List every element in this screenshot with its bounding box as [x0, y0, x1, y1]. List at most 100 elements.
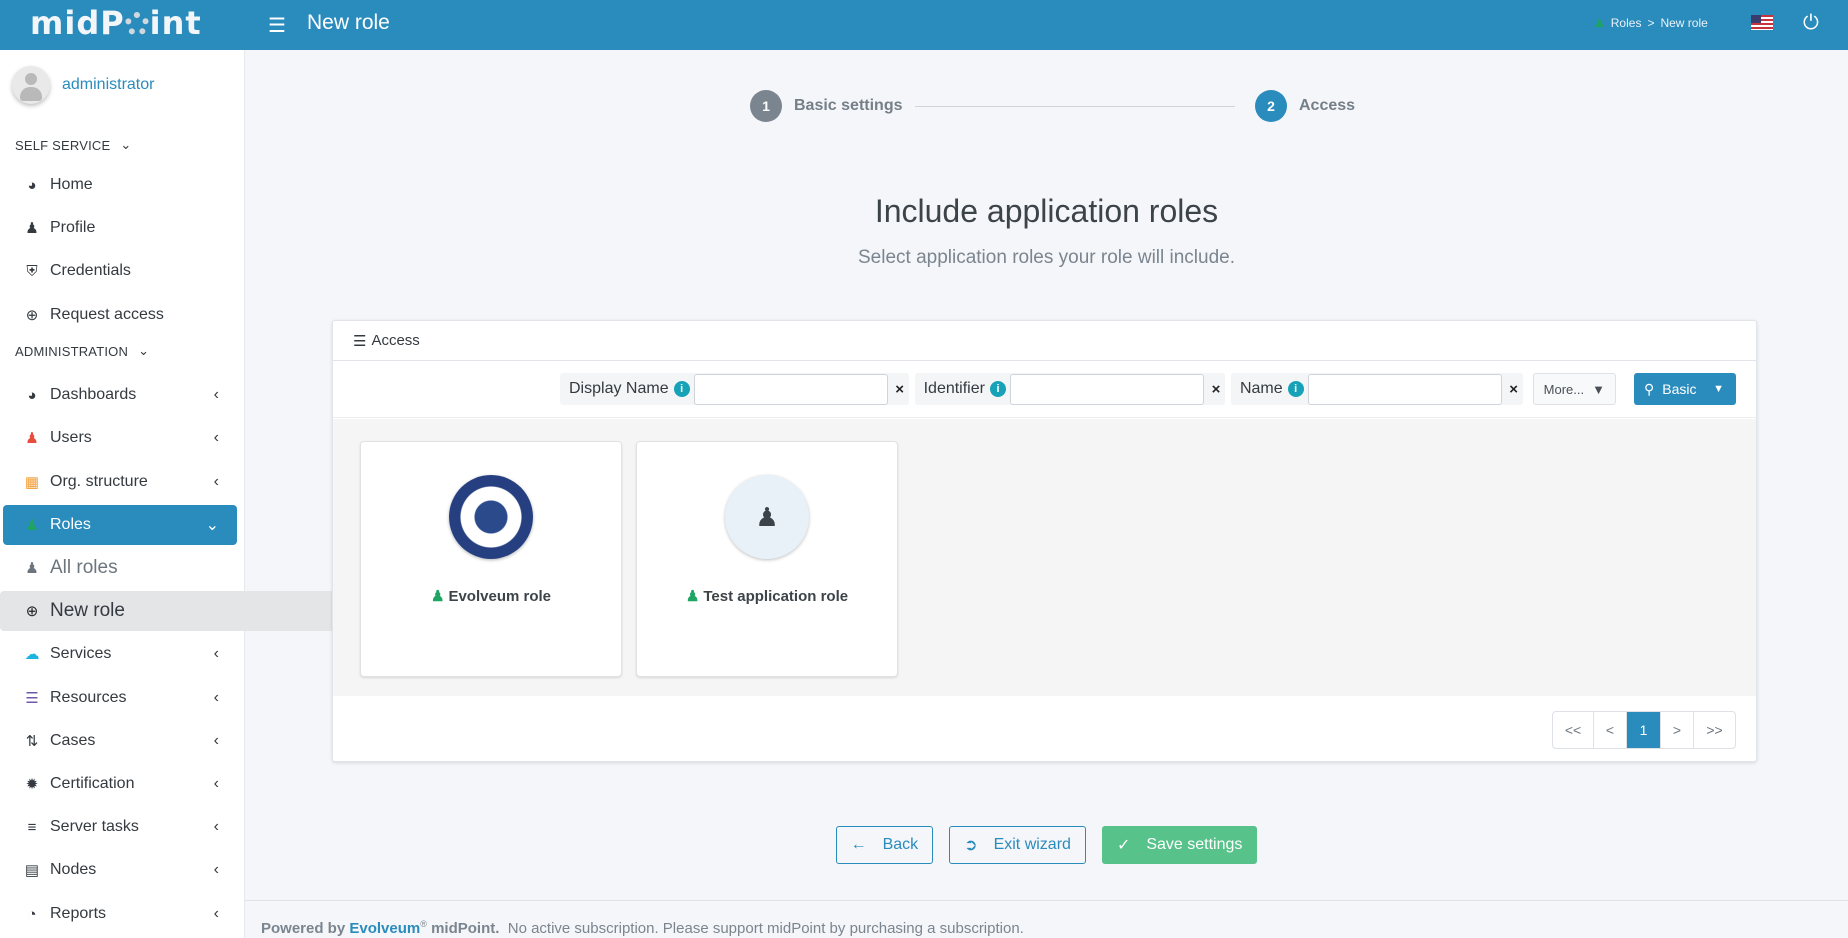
sidebar-item-label: Org. structure [50, 473, 148, 490]
dashboard-icon: ◕ [27, 176, 37, 194]
chevron-left-icon: ‹ [213, 775, 219, 792]
sidebar-item-dashboards[interactable]: ◕ Dashboards ‹ [3, 375, 237, 415]
power-icon[interactable]: ⏻ [1803, 12, 1819, 35]
us-flag-icon[interactable] [1751, 15, 1773, 30]
pagination-next[interactable]: > [1661, 712, 1694, 748]
chevron-left-icon: ‹ [213, 818, 219, 835]
check-icon: ✓ [1116, 837, 1131, 854]
search-label: Basic [1662, 381, 1697, 397]
chevron-down-icon: ⌄ [120, 137, 132, 152]
identifier-input[interactable] [1009, 373, 1204, 405]
caret-down-icon[interactable]: ▼ [1713, 383, 1724, 395]
section-self-service[interactable]: SELF SERVICE ⌄ [15, 137, 131, 153]
sidebar-item-home[interactable]: ◕ Home [3, 165, 237, 205]
pagination-last[interactable]: >> [1694, 712, 1735, 748]
sidebar-item-users[interactable]: ♟ Users ‹ [3, 418, 237, 458]
search-button[interactable]: ⚲ Basic ▼ [1634, 373, 1736, 405]
breadcrumb-roles[interactable]: Roles [1611, 16, 1642, 30]
plus-circle-icon: ⊕ [25, 307, 39, 324]
sidebar-item-cases[interactable]: ⇅ Cases ‹ [3, 721, 237, 761]
midpoint-logo[interactable]: midP int [30, 4, 202, 42]
sidebar-item-profile[interactable]: ♟ Profile [3, 208, 237, 248]
wizard-steps: 1 Basic settings 2 Access [750, 90, 1595, 124]
sidebar-item-label: Nodes [50, 861, 97, 878]
menu-toggle-icon[interactable]: ☰ [268, 13, 286, 38]
building-icon: ▦ [24, 474, 40, 491]
caret-down-icon: ▼ [1592, 381, 1605, 397]
role-icon: ♟ [431, 588, 445, 605]
dashboard-icon: ◕ [27, 386, 37, 404]
sidebar: administrator SELF SERVICE ⌄ ◕ Home ♟ Prof… [0, 50, 1603, 938]
step-number: 1 [750, 90, 782, 122]
wizard-step-access[interactable]: 2 Access [1255, 90, 1355, 122]
sidebar-item-reports[interactable]: ◔ Reports ‹ [3, 894, 237, 934]
sidebar-item-label: Home [50, 176, 93, 193]
panel-header: ☰ Access [333, 321, 1756, 361]
user-panel[interactable]: administrator [12, 66, 154, 104]
chevron-left-icon: ‹ [213, 905, 219, 922]
back-button[interactable]: ← Back [835, 826, 934, 864]
chevron-left-icon: ‹ [213, 386, 219, 403]
sidebar-item-services[interactable]: ☁ Services ‹ [3, 634, 237, 674]
page-title: New role [307, 11, 390, 34]
tasks-icon: ≡ [27, 818, 37, 836]
pagination-prev[interactable]: < [1594, 712, 1627, 748]
role-icon: ♟ [725, 475, 809, 559]
panel-title: Access [371, 332, 420, 349]
chevron-left-icon: ‹ [213, 429, 219, 446]
sidebar-item-org-structure[interactable]: ▦ Org. structure ‹ [3, 462, 237, 502]
info-icon[interactable]: i [673, 381, 690, 397]
role-tile[interactable]: ♟ Evolveum role [360, 441, 622, 677]
sidebar-item-credentials[interactable]: ⛨ Credentials [3, 251, 237, 291]
wizard-step-basic-settings[interactable]: 1 Basic settings [750, 90, 902, 122]
pie-chart-icon: ◔ [27, 905, 37, 923]
name-input[interactable] [1307, 373, 1502, 405]
sidebar-item-label: Request access [50, 306, 164, 323]
save-settings-button[interactable]: ✓ Save settings [1101, 826, 1258, 864]
sidebar-item-nodes[interactable]: ▤ Nodes ‹ [3, 850, 237, 890]
wizard-subheading: Select application roles your role will … [857, 247, 1236, 268]
pagination-page-1[interactable]: 1 [1627, 712, 1661, 748]
sidebar-item-certification[interactable]: ✹ Certification ‹ [3, 764, 237, 804]
sidebar-item-label: Reports [50, 905, 107, 922]
user-name[interactable]: administrator [62, 76, 154, 94]
clear-icon[interactable]: × [1207, 381, 1225, 398]
certificate-icon: ✹ [25, 776, 39, 793]
footer-message: No active subscription. Please support m… [507, 920, 1024, 937]
list-icon: ☰ [353, 332, 367, 350]
sidebar-item-label: Services [50, 645, 112, 662]
sidebar-item-label: Credentials [50, 262, 131, 279]
top-header: midP int ☰ New role ♟ Roles > New role ⏻ [0, 0, 1848, 50]
role-tile[interactable]: ♟ ♟ Test application role [636, 441, 898, 677]
shield-icon: ⛨ [26, 262, 38, 280]
step-label: Basic settings [794, 97, 903, 114]
more-label: More... [1543, 381, 1585, 397]
clear-icon[interactable]: × [1505, 381, 1523, 398]
plus-circle-icon: ⊕ [25, 603, 39, 620]
section-administration[interactable]: ADMINISTRATION ⌄ [15, 343, 149, 359]
display-name-input[interactable] [693, 373, 888, 405]
more-filters-dropdown[interactable]: More... ▼ [1532, 373, 1616, 405]
sidebar-item-label: Resources [50, 689, 127, 706]
wizard-heading: Include application roles [874, 193, 1219, 229]
tile-label-wrap: ♟ Evolveum role [361, 587, 621, 605]
chevron-down-icon: ⌄ [138, 343, 150, 358]
chevron-left-icon: ‹ [213, 689, 219, 706]
step-number: 2 [1255, 90, 1287, 122]
pagination-first[interactable]: << [1553, 712, 1594, 748]
role-tiles: ♟ Evolveum role ♟ ♟ Test application role [333, 419, 1756, 696]
evolveum-link[interactable]: Evolveum [349, 920, 420, 937]
info-icon[interactable]: i [1287, 381, 1304, 397]
exit-wizard-button[interactable]: ➲ Exit wizard [949, 826, 1086, 864]
clear-icon[interactable]: × [891, 381, 909, 398]
database-icon: ☰ [25, 690, 39, 707]
tile-label-wrap: ♟ Test application role [637, 587, 897, 605]
sidebar-item-server-tasks[interactable]: ≡ Server tasks ‹ [3, 807, 237, 847]
exit-label: Exit wizard [993, 836, 1071, 853]
sidebar-item-request-access[interactable]: ⊕ Request access [3, 295, 237, 335]
step-label: Access [1299, 97, 1356, 114]
info-icon[interactable]: i [989, 381, 1006, 397]
chevron-left-icon: ‹ [213, 861, 219, 878]
sidebar-item-resources[interactable]: ☰ Resources ‹ [3, 678, 237, 718]
sidebar-item-roles[interactable]: ♟ Roles ⌄ [3, 505, 237, 545]
